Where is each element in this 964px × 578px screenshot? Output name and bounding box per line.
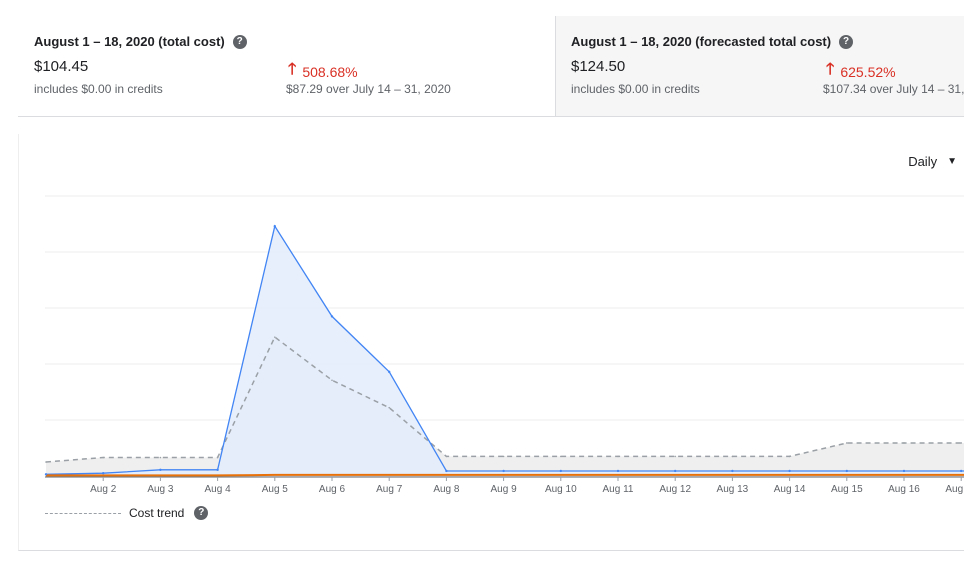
cost-trend-line: [45, 335, 964, 463]
help-icon[interactable]: ?: [194, 506, 209, 520]
x-tick-label: Aug 17: [945, 484, 964, 495]
cost-trend-point: [846, 442, 848, 444]
x-tick-label: Aug 10: [545, 484, 577, 495]
cost-point: [388, 370, 391, 374]
cost-summary: August 1 – 18, 2020 (total cost) ? $104.…: [18, 16, 964, 117]
cost-point: [902, 469, 906, 473]
total-cost-change-value: 508.68%: [302, 63, 358, 80]
cost-point: [559, 469, 562, 473]
cost-point: [330, 315, 334, 318]
forecast-cost-card: August 1 – 18, 2020 (forecasted total co…: [555, 16, 964, 116]
help-icon[interactable]: ?: [232, 34, 247, 49]
forecast-cost-change: 🡑 625.52%: [826, 58, 896, 85]
total-cost-title-text: August 1 – 18, 2020 (total cost): [34, 34, 225, 49]
cost-trend-point: [617, 455, 619, 458]
total-cost-credits: includes $0.00 in credits: [34, 82, 163, 96]
cost-point: [960, 469, 963, 473]
cost-point: [845, 469, 848, 473]
forecast-cost-title: August 1 – 18, 2020 (forecasted total co…: [571, 34, 854, 49]
cost-point: [788, 469, 791, 473]
help-icon[interactable]: ?: [839, 34, 854, 49]
x-tick-label: Aug 7: [376, 484, 403, 495]
cost-line: [45, 224, 964, 475]
x-tick-label: Aug 3: [147, 484, 174, 495]
total-cost-title: August 1 – 18, 2020 (total cost) ?: [34, 34, 247, 49]
x-tick-label: Aug 6: [319, 484, 346, 495]
forecast-cost-change-value: 625.52%: [840, 63, 896, 80]
x-tick-label: Aug 8: [433, 484, 460, 495]
cost-trend-point: [502, 455, 505, 458]
chart-panel: Daily ▼ Aug 2 Aug 3 Aug 4 Aug 5 Aug 6 Aug 7 Au…: [18, 134, 964, 551]
x-tick-label: Aug 9: [491, 484, 518, 495]
cost-point: [731, 469, 734, 473]
cost-trend-point: [216, 456, 219, 459]
cost-point: [273, 225, 276, 228]
x-tick-label: Aug 15: [831, 484, 863, 495]
cost-trend-point: [445, 455, 448, 458]
x-tick-label: Aug 13: [717, 484, 749, 495]
arrow-up-icon: 🡑: [826, 61, 835, 78]
cost-trend-point: [274, 336, 276, 338]
cost-point: [616, 469, 620, 473]
cost-point: [102, 472, 105, 475]
x-tick-label: Aug 16: [888, 484, 920, 495]
cost-trend-point: [903, 442, 905, 444]
dashed-line-icon: [45, 512, 121, 514]
total-cost-amount: $104.45: [34, 58, 89, 75]
cost-trend-point: [331, 379, 333, 382]
x-tick-label: Aug 4: [205, 484, 232, 495]
cost-trend-point: [388, 406, 391, 409]
x-tick-label: Aug 2: [90, 484, 117, 495]
cost-point: [216, 468, 219, 472]
x-tick-label: Aug 11: [603, 484, 634, 495]
cost-point: [674, 469, 677, 473]
secondary-cost-line: [46, 473, 964, 477]
cost-trend-point: [960, 442, 962, 444]
x-tick-label: Aug 14: [774, 484, 806, 495]
cost-trend-point: [159, 456, 162, 459]
cost-trend-area: [46, 337, 964, 476]
cost-point: [502, 469, 505, 473]
x-tick-label: Aug 5: [262, 484, 289, 495]
total-cost-card: August 1 – 18, 2020 (total cost) ? $104.…: [18, 16, 555, 116]
cost-trend-point: [560, 455, 562, 458]
cost-trend-point: [45, 461, 47, 463]
cost-point: [159, 468, 162, 472]
cost-chart: Aug 2 Aug 3 Aug 4 Aug 5 Aug 6 Aug 7 Aug 8 Aug 9…: [44, 195, 964, 495]
legend-cost-trend[interactable]: Cost trend: [129, 506, 184, 520]
cost-area: [46, 226, 964, 476]
x-tick-label: Aug 12: [659, 484, 691, 495]
cost-point: [445, 469, 448, 473]
cost-trend-point: [102, 456, 104, 459]
forecast-cost-title-text: August 1 – 18, 2020 (forecasted total co…: [571, 34, 832, 49]
total-cost-previous: $87.29 over July 14 – 31, 2020: [286, 82, 451, 96]
cost-trend-point: [674, 455, 676, 458]
cost-trend-point: [731, 455, 734, 458]
forecast-cost-credits: includes $0.00 in credits: [571, 82, 700, 96]
total-cost-change: 🡑 508.68%: [288, 58, 358, 85]
forecast-cost-amount: $124.50: [571, 58, 626, 75]
cost-trend-point: [788, 455, 791, 458]
cost-point: [44, 473, 48, 476]
chart-legend: Cost trend ?: [45, 506, 209, 520]
arrow-up-icon: 🡑: [288, 61, 297, 78]
forecast-cost-previous: $107.34 over July 14 – 31, 2020: [823, 82, 964, 96]
